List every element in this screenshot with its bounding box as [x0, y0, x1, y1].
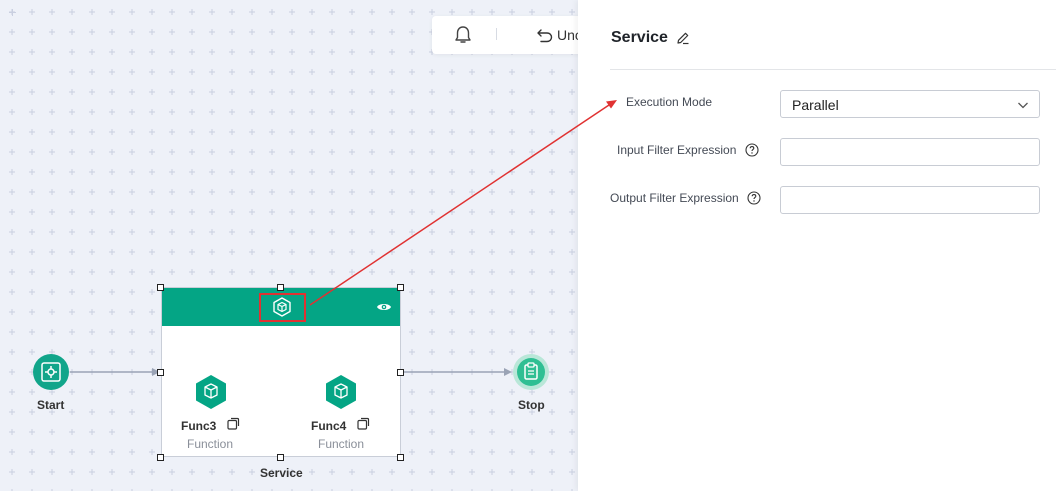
- edit-icon[interactable]: [676, 31, 690, 45]
- function-type: Function: [318, 437, 365, 451]
- stop-node[interactable]: [513, 354, 549, 390]
- properties-panel: Service Execution Mode Parallel Input Fi…: [578, 0, 1056, 491]
- start-label: Start: [37, 398, 65, 412]
- help-icon[interactable]: [747, 191, 761, 205]
- annotation-highlight-box: [259, 293, 306, 322]
- clipboard-icon: [524, 362, 538, 380]
- execution-mode-select[interactable]: Parallel: [780, 90, 1040, 118]
- chevron-down-icon: [1018, 102, 1028, 109]
- function-cube-icon[interactable]: [195, 374, 227, 410]
- resize-handle[interactable]: [277, 454, 284, 461]
- panel-title: Service: [611, 29, 668, 46]
- execution-mode-label: Execution Mode: [626, 95, 713, 109]
- resize-handle[interactable]: [397, 369, 404, 376]
- output-filter-field[interactable]: [780, 186, 1040, 214]
- function-name: Func3: [181, 419, 217, 433]
- resize-handle[interactable]: [157, 284, 164, 291]
- service-label: Service: [260, 466, 303, 480]
- copy-icon[interactable]: [227, 417, 240, 430]
- resize-handle[interactable]: [157, 369, 164, 376]
- input-filter-field[interactable]: [780, 138, 1040, 166]
- eye-icon[interactable]: [376, 301, 392, 313]
- function-cube-icon[interactable]: [325, 374, 357, 410]
- start-node[interactable]: [33, 354, 69, 390]
- bell-icon[interactable]: [452, 24, 474, 46]
- stop-label: Stop: [518, 398, 545, 412]
- function-name: Func4: [311, 419, 347, 433]
- output-filter-label: Output Filter Expression: [610, 191, 739, 205]
- resize-handle[interactable]: [157, 454, 164, 461]
- function-type: Function: [187, 437, 234, 451]
- copy-icon[interactable]: [357, 417, 370, 430]
- help-icon[interactable]: [745, 143, 759, 157]
- toolbar-divider: [496, 28, 497, 40]
- panel-divider: [610, 69, 1056, 70]
- start-icon: [41, 362, 61, 382]
- resize-handle[interactable]: [397, 454, 404, 461]
- input-filter-label: Input Filter Expression: [617, 143, 737, 157]
- resize-handle[interactable]: [397, 284, 404, 291]
- undo-icon[interactable]: [536, 26, 554, 44]
- execution-mode-value: Parallel: [792, 97, 839, 113]
- resize-handle[interactable]: [277, 284, 284, 291]
